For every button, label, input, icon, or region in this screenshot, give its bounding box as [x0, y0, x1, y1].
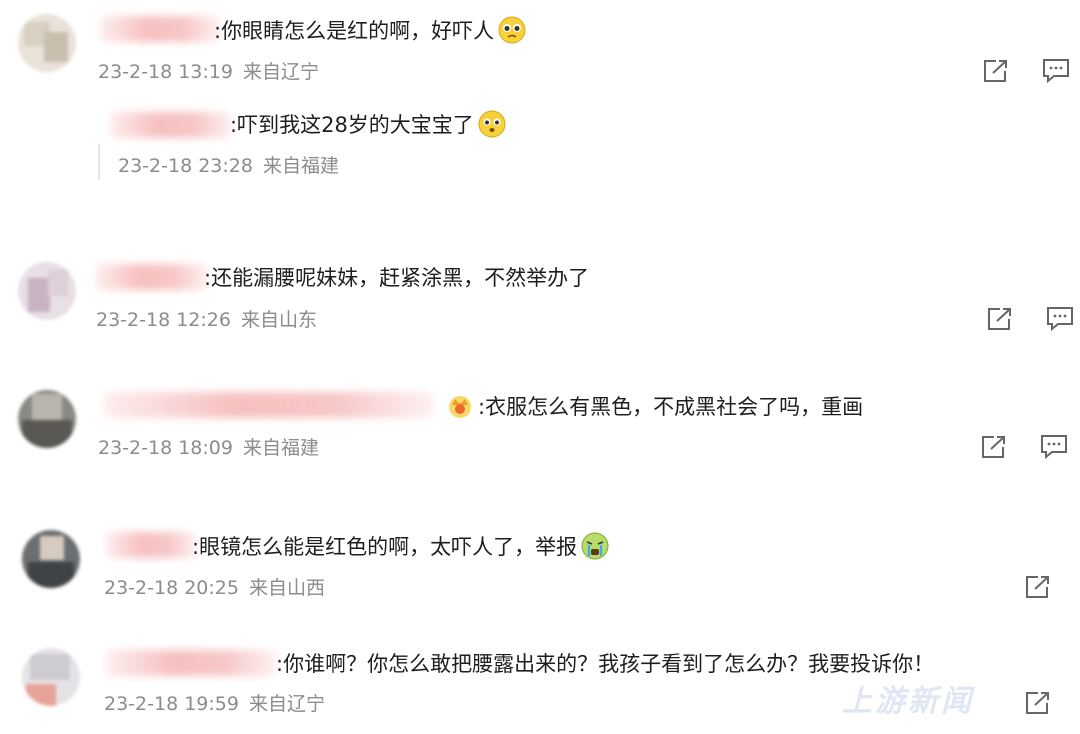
timestamp: 23-2-18 20:25	[104, 577, 239, 599]
comment-text: :衣服怎么有黑色，不成黑社会了吗，重画	[446, 392, 863, 421]
location: 来自辽宁	[242, 61, 319, 83]
comment-text: :你谁啊？你怎么敢把腰露出来的？我孩子看到了怎么办？我要投诉你！	[276, 652, 935, 676]
username-blurred[interactable]	[104, 392, 434, 418]
timestamp: 23-2-18 18:09	[98, 437, 233, 459]
comment-meta: 23-2-18 18:09 来自福建	[98, 436, 319, 460]
comment-meta: 23-2-18 12:26 来自山东	[96, 308, 317, 332]
share-icon[interactable]	[986, 306, 1014, 332]
avatar[interactable]	[22, 530, 80, 588]
location: 来自福建	[262, 155, 339, 177]
reply-text: :吓到我这28岁的大宝宝了	[230, 110, 506, 139]
location: 来自福建	[242, 437, 319, 459]
reply-item: :吓到我这28岁的大宝宝了 23-2-18 23:28 来自福建	[0, 100, 1080, 190]
share-icon[interactable]	[982, 58, 1010, 84]
comment-text: :还能漏腰呢妹妹，赶紧涂黑，不然举办了	[204, 266, 590, 290]
location: 来自山西	[248, 577, 325, 599]
avatar[interactable]	[18, 390, 76, 448]
timestamp: 23-2-18 23:28	[118, 155, 253, 177]
crown-badge-icon	[449, 396, 471, 418]
comment-text: :你眼睛怎么是红的啊，好吓人	[214, 16, 526, 45]
avatar[interactable]	[18, 14, 76, 72]
watermark: 上游新闻	[842, 684, 974, 719]
avatar[interactable]	[22, 648, 80, 706]
avatar[interactable]	[18, 262, 76, 320]
comment-item: :衣服怎么有黑色，不成黑社会了吗，重画 23-2-18 18:09 来自福建	[0, 380, 1080, 490]
share-icon[interactable]	[980, 434, 1008, 460]
location: 来自辽宁	[248, 693, 325, 715]
pleading-face-emoji	[478, 110, 506, 138]
comment-text: :眼镜怎么能是红色的啊，太吓人了，举报	[192, 532, 609, 561]
crying-face-emoji	[581, 532, 609, 560]
timestamp: 23-2-18 19:59	[104, 693, 239, 715]
username-blurred[interactable]	[96, 264, 208, 290]
username-blurred[interactable]	[106, 532, 196, 558]
pleading-face-emoji	[498, 16, 526, 44]
share-icon[interactable]	[1024, 574, 1052, 600]
comment-icon[interactable]	[1040, 434, 1068, 460]
timestamp: 23-2-18 12:26	[96, 309, 231, 331]
comment-meta: 23-2-18 13:19 来自辽宁	[98, 60, 319, 84]
comment-meta: 23-2-18 20:25 来自山西	[104, 576, 325, 600]
timestamp: 23-2-18 13:19	[98, 61, 233, 83]
comment-item: :眼镜怎么能是红色的啊，太吓人了，举报 23-2-18 20:25 来自山西	[0, 520, 1080, 630]
comment-feed: { "comments": [ {"name_tail": ":", "text…	[0, 0, 1080, 734]
reply-divider	[98, 144, 100, 180]
reply-meta: 23-2-18 23:28 来自福建	[118, 154, 339, 178]
username-blurred[interactable]	[106, 650, 276, 676]
location: 来自山东	[240, 309, 317, 331]
share-icon[interactable]	[1024, 690, 1052, 716]
username-blurred[interactable]	[100, 16, 220, 42]
comment-icon[interactable]	[1046, 306, 1074, 332]
comment-meta: 23-2-18 19:59 来自辽宁	[104, 692, 325, 716]
comment-icon[interactable]	[1042, 58, 1070, 84]
username-blurred[interactable]	[110, 112, 232, 138]
comment-item: :还能漏腰呢妹妹，赶紧涂黑，不然举办了 23-2-18 12:26 来自山东	[0, 250, 1080, 360]
comment-item: :你眼睛怎么是红的啊，好吓人 23-2-18 13:19 来自辽宁	[0, 0, 1080, 100]
